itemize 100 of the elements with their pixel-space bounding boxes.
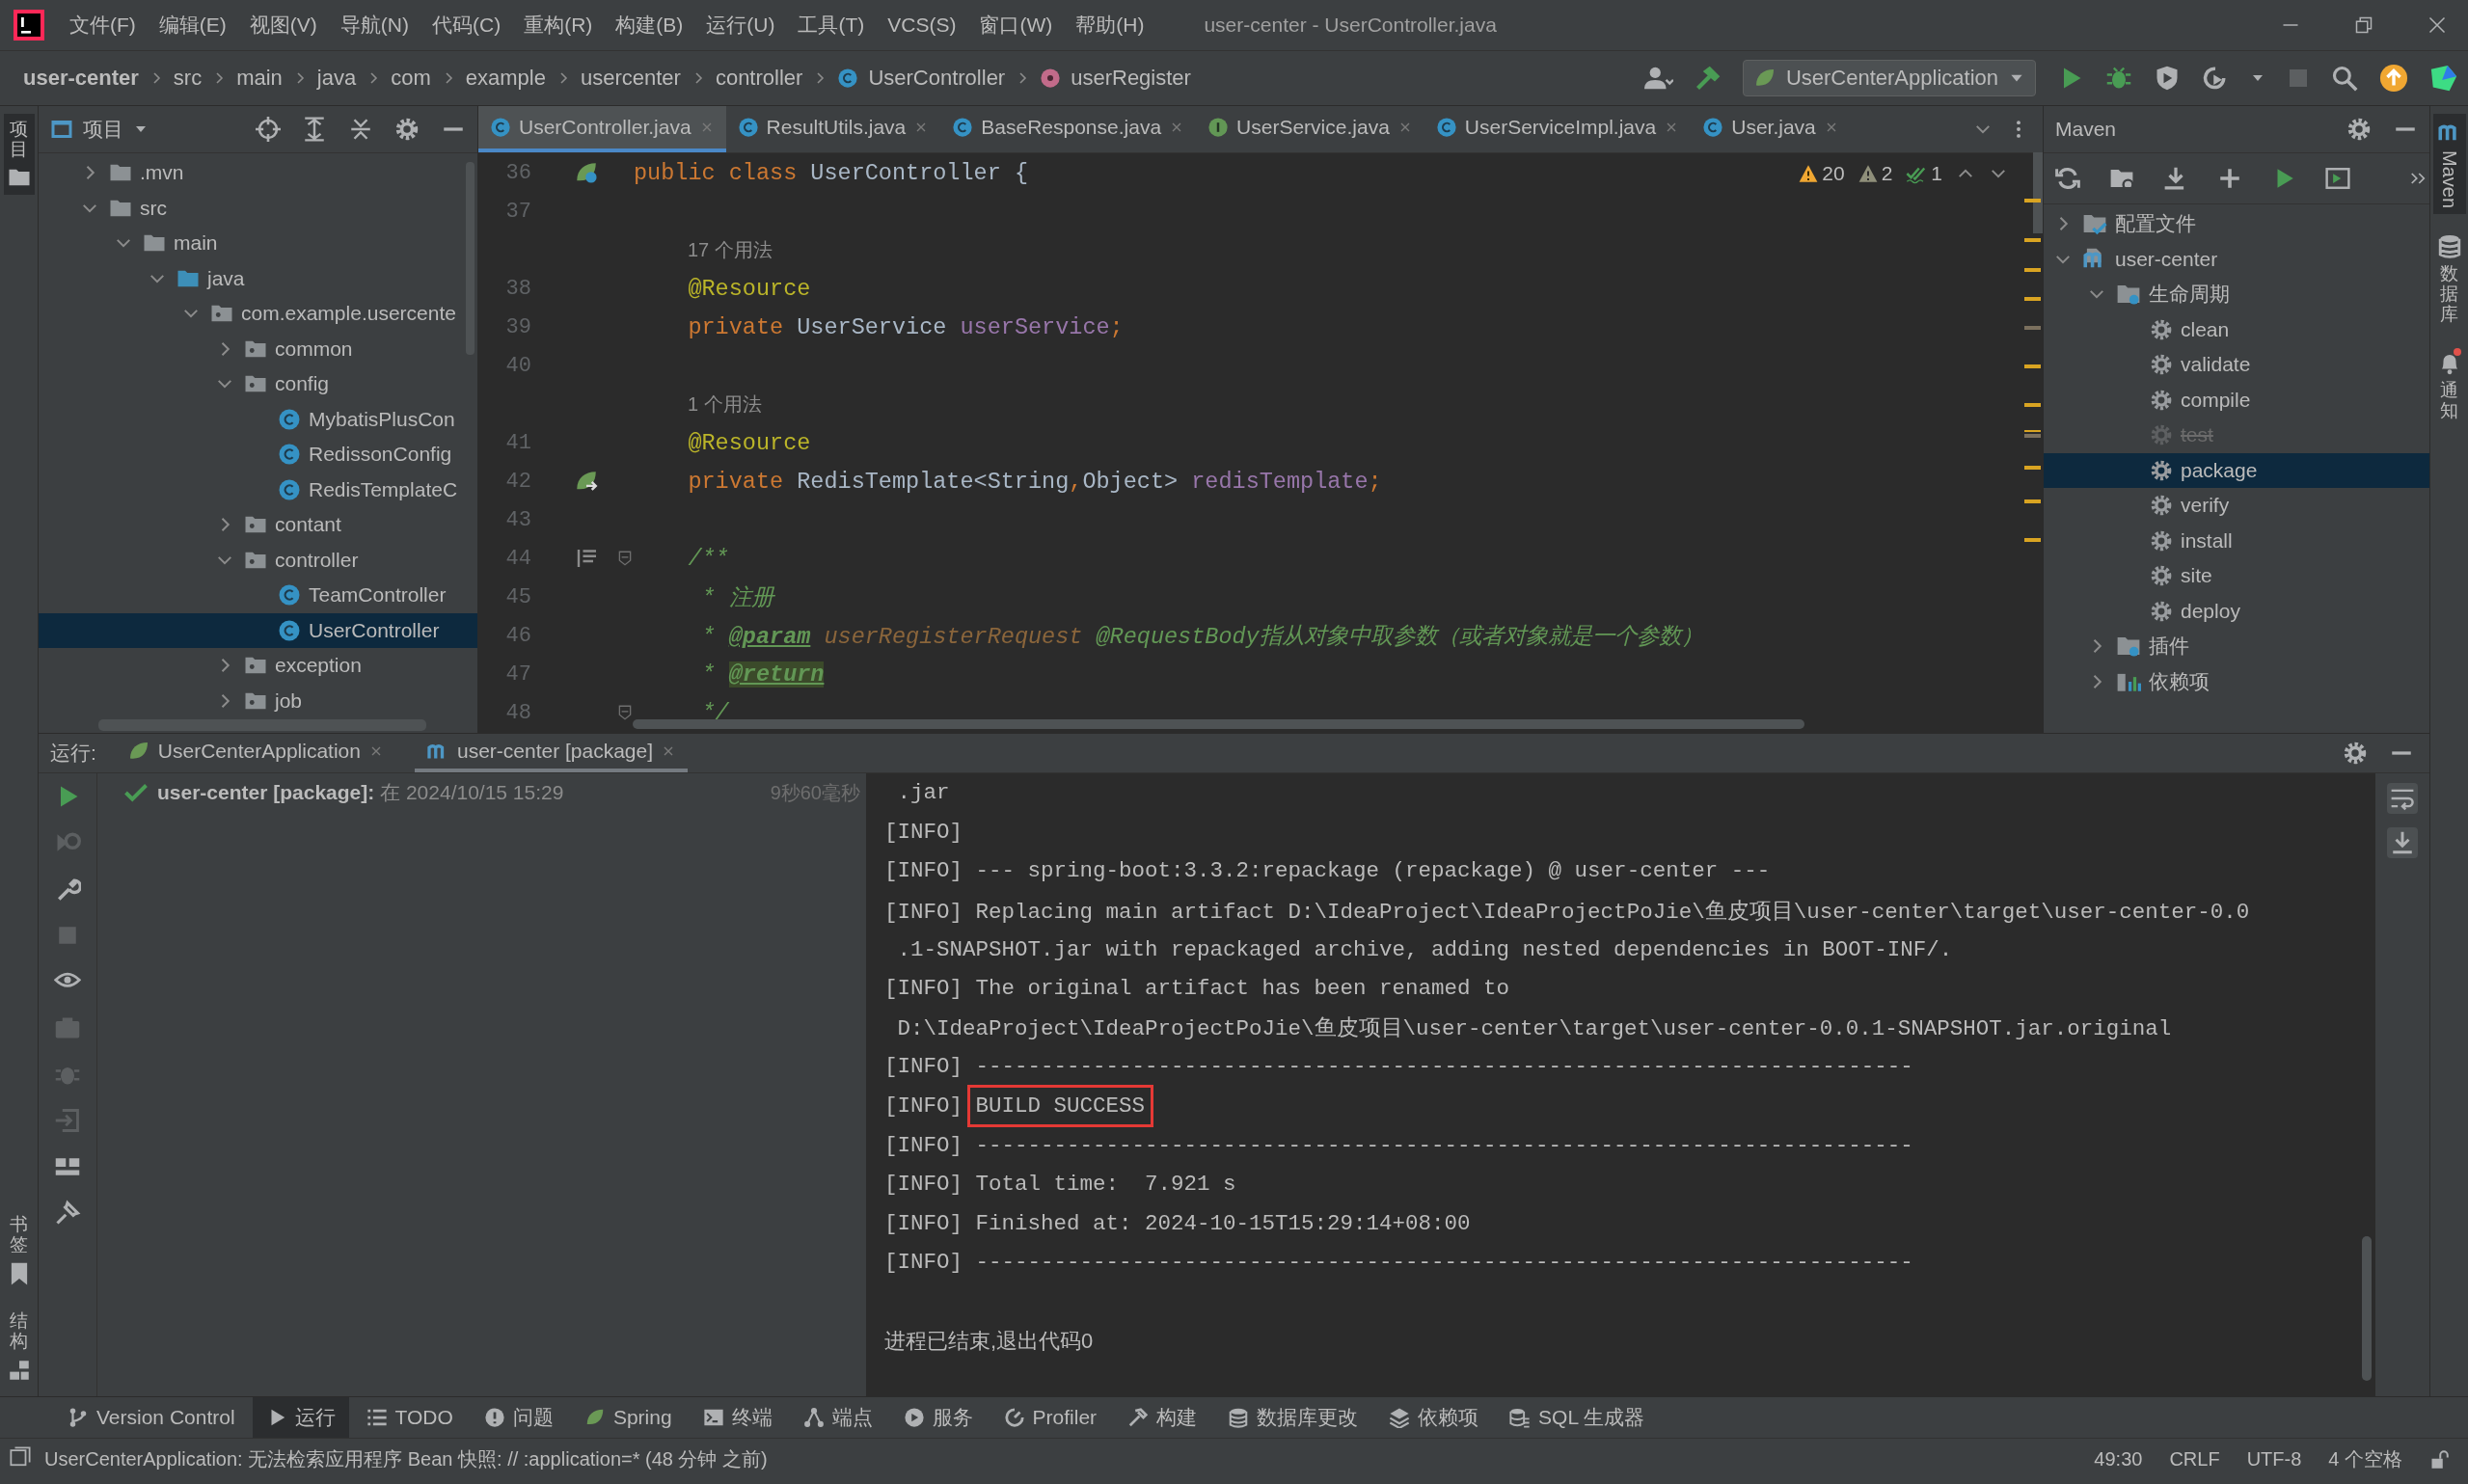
tree-item[interactable]: 生命周期 xyxy=(2044,277,2429,312)
lock-icon[interactable] xyxy=(2429,1449,2449,1470)
tree-item[interactable]: user-center xyxy=(2044,241,2429,277)
menu-item[interactable]: 导航(N) xyxy=(328,12,420,39)
branch-icon[interactable] xyxy=(68,1407,89,1428)
tree-item[interactable]: 配置文件 xyxy=(2044,206,2429,242)
tree-item[interactable]: 插件 xyxy=(2044,629,2429,664)
pin-icon[interactable] xyxy=(54,1200,81,1227)
menu-item[interactable]: 编辑(E) xyxy=(147,12,238,39)
tool-window-button[interactable]: Profiler xyxy=(990,1397,1111,1438)
fold-marker-icon[interactable] xyxy=(616,704,634,721)
editor-tab[interactable]: UserService.java xyxy=(1196,106,1424,152)
menu-item[interactable]: 构建(B) xyxy=(604,12,695,39)
tree-item[interactable]: site xyxy=(2044,558,2429,594)
run-tab[interactable]: UserCenterApplication xyxy=(115,734,395,772)
tree-item[interactable]: com.example.usercente xyxy=(39,296,477,332)
tree-item[interactable]: RedisTemplateC xyxy=(39,472,477,507)
tool-window-button[interactable]: TODO xyxy=(352,1397,467,1438)
menu-item[interactable]: 视图(V) xyxy=(237,12,329,39)
status-item[interactable]: UTF-8 xyxy=(2246,1448,2302,1471)
tool-window-button[interactable]: 终端 xyxy=(689,1397,786,1438)
tool-window-button[interactable]: Spring xyxy=(570,1397,686,1438)
inspection-count[interactable]: 1 xyxy=(1906,162,1942,185)
status-item[interactable]: 49:30 xyxy=(2094,1448,2143,1471)
tree-item[interactable]: package xyxy=(2044,452,2429,488)
editor-tab[interactable]: ResultUtils.java xyxy=(725,106,941,152)
console-icon[interactable] xyxy=(2325,166,2350,191)
inspection-count[interactable]: 20 xyxy=(1799,162,1845,185)
tree-item[interactable]: common xyxy=(39,331,477,366)
bean-icon[interactable] xyxy=(574,469,599,494)
tool-window-button[interactable]: 数据库更改 xyxy=(1214,1397,1372,1438)
tree-item[interactable]: controller xyxy=(39,542,477,578)
menu-item[interactable]: 工具(T) xyxy=(786,12,877,39)
gear-icon[interactable] xyxy=(2343,741,2368,766)
tree-item[interactable]: src xyxy=(39,190,477,226)
menu-item[interactable]: VCS(S) xyxy=(876,13,968,37)
tree-item[interactable]: main xyxy=(39,226,477,261)
editor-tab[interactable]: UserController.java xyxy=(478,106,726,152)
inspection-count[interactable]: 2 xyxy=(1858,162,1893,185)
menu-item[interactable]: 帮助(H) xyxy=(1064,12,1156,39)
tree-item[interactable]: .mvn xyxy=(39,155,477,191)
breadcrumb[interactable]: controller xyxy=(715,66,803,91)
status-item[interactable]: CRLF xyxy=(2169,1448,2220,1471)
usage-hint[interactable]: 17 个用法 xyxy=(688,236,773,263)
editor-tab[interactable]: BaseResponse.java xyxy=(940,106,1197,152)
tool-window-button[interactable]: 运行 xyxy=(252,1397,349,1438)
panel-title[interactable]: 项目 xyxy=(83,116,123,143)
tool-window-tab[interactable]: 项目 xyxy=(3,114,35,195)
tree-item[interactable]: config xyxy=(39,366,477,402)
tree-item[interactable]: TeamController xyxy=(39,578,477,613)
menu-item[interactable]: 代码(C) xyxy=(420,12,513,39)
tree-item[interactable]: exception xyxy=(39,648,477,684)
close-icon[interactable] xyxy=(2427,15,2447,35)
target-icon[interactable] xyxy=(256,117,281,142)
bean-icon[interactable] xyxy=(574,160,599,185)
tree-item[interactable]: deploy xyxy=(2044,593,2429,629)
update-icon[interactable] xyxy=(2379,64,2408,93)
menu-item[interactable]: 文件(F) xyxy=(58,12,148,39)
tree-item[interactable]: MybatisPlusCon xyxy=(39,401,477,437)
tool-window-button[interactable]: 端点 xyxy=(789,1397,886,1438)
menu-item[interactable]: 窗口(W) xyxy=(967,12,1065,39)
terminal-icon[interactable] xyxy=(702,1407,724,1428)
tool-window-button[interactable]: 服务 xyxy=(889,1397,987,1438)
tool-window-tab[interactable]: 书签 xyxy=(2,1209,36,1293)
tree-item[interactable]: compile xyxy=(2044,382,2429,418)
run-entry[interactable]: user-center [package]: 在 2024/10/15 15:29 xyxy=(157,779,564,806)
hammer-icon[interactable] xyxy=(1127,1407,1150,1428)
scrollbar[interactable] xyxy=(2362,1236,2372,1381)
tool-window-tab[interactable]: 结构 xyxy=(2,1306,36,1389)
run-tab[interactable]: user-center [package] xyxy=(414,734,689,772)
status-message[interactable]: UserCenterApplication: 无法检索应用程序 Bean 快照: // :application=* (48 分钟 之前) xyxy=(44,1446,768,1472)
database-changes-icon[interactable] xyxy=(1228,1407,1250,1428)
warning-icon[interactable] xyxy=(1799,164,1819,183)
tree-item[interactable]: clean xyxy=(2044,311,2429,347)
editor-tab[interactable]: User.java xyxy=(1691,106,1851,152)
toolbox-logo-icon[interactable] xyxy=(2429,64,2458,93)
endpoints-icon[interactable] xyxy=(802,1407,825,1428)
problems-icon[interactable] xyxy=(483,1407,505,1428)
breadcrumb[interactable]: main xyxy=(236,66,283,91)
breadcrumb[interactable]: com xyxy=(391,66,431,91)
warning-icon[interactable] xyxy=(1858,164,1878,183)
fold-marker-icon[interactable] xyxy=(616,550,634,567)
breadcrumb[interactable]: java xyxy=(316,66,357,91)
tool-window-tab[interactable]: 数据库 xyxy=(2432,228,2466,331)
tree-item[interactable]: 依赖项 xyxy=(2044,663,2429,699)
tree-item[interactable]: java xyxy=(39,260,477,296)
restore-icon[interactable] xyxy=(2354,15,2373,35)
breadcrumb[interactable]: usercenter xyxy=(580,66,681,91)
tool-window-button[interactable]: Version Control xyxy=(54,1397,249,1438)
refresh-icon[interactable] xyxy=(2055,166,2080,191)
scroll-to-end-icon[interactable] xyxy=(2390,830,2415,855)
status-item[interactable]: 4 个空格 xyxy=(2328,1446,2402,1472)
tool-window-button[interactable]: 构建 xyxy=(1114,1397,1211,1438)
tree-item[interactable]: validate xyxy=(2044,347,2429,383)
tool-window-button[interactable]: 问题 xyxy=(470,1397,567,1438)
breadcrumb[interactable]: example xyxy=(465,66,546,91)
menu-item[interactable]: 运行(U) xyxy=(694,12,787,39)
tree-item[interactable]: install xyxy=(2044,523,2429,558)
run-configuration-dropdown[interactable]: UserCenterApplication xyxy=(1742,60,2036,96)
tree-item[interactable]: verify xyxy=(2044,488,2429,524)
